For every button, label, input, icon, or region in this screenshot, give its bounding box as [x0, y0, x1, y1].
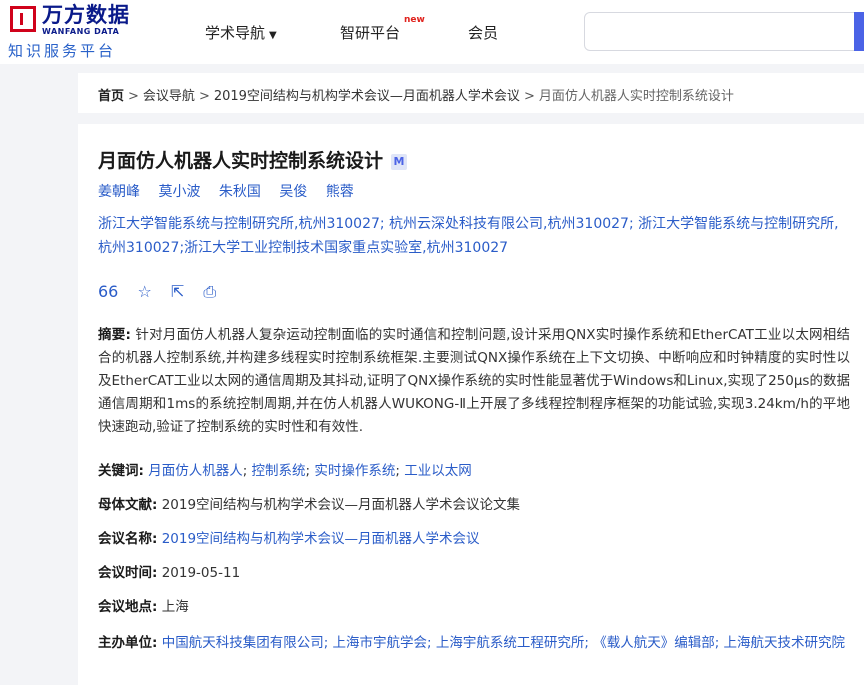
- organizer-label: 主办单位:: [98, 635, 158, 651]
- logo-text[interactable]: 万方数据: [42, 3, 130, 27]
- author-link[interactable]: 莫小波: [158, 184, 200, 200]
- conf-name-link[interactable]: 2019空间结构与机构学术会议—月面机器人学术会议: [162, 531, 480, 547]
- conf-name-row: 会议名称: 2019空间结构与机构学术会议—月面机器人学术会议: [98, 528, 850, 550]
- breadcrumb-current: 月面仿人机器人实时控制系统设计: [538, 89, 734, 104]
- author-link[interactable]: 朱秋国: [219, 184, 261, 200]
- paper-title: 月面仿人机器人实时控制系统设计: [98, 150, 384, 172]
- parent-doc-value: 2019空间结构与机构学术会议—月面机器人学术会议论文集: [161, 497, 521, 513]
- author-link[interactable]: 吴俊: [279, 184, 307, 200]
- breadcrumb-conf-nav[interactable]: 会议导航: [143, 89, 195, 104]
- breadcrumb-separator: >: [198, 89, 210, 104]
- breadcrumb-conference[interactable]: 2019空间结构与机构学术会议—月面机器人学术会议: [214, 89, 520, 104]
- conf-place-row: 会议地点: 上海: [98, 596, 850, 618]
- caret-down-icon: ▼: [269, 30, 277, 41]
- journal-badge-icon[interactable]: M: [391, 154, 408, 170]
- breadcrumb: 首页 > 会议导航 >2019空间结构与机构学术会议—月面机器人学术会议 > 月面仿人机器…: [78, 73, 864, 113]
- abstract: 摘要: 针对月面仿人机器人复杂运动控制面临的实时通信和控制问题,设计采用QNX实…: [98, 324, 850, 439]
- conf-name-label: 会议名称:: [98, 531, 158, 547]
- author-link[interactable]: 熊蓉: [326, 184, 354, 200]
- breadcrumb-home[interactable]: 首页: [98, 89, 124, 104]
- wanfang-logo-icon[interactable]: [10, 6, 36, 32]
- conf-date-row: 会议时间: 2019-05-11: [98, 562, 850, 584]
- author-link[interactable]: 姜朝峰: [98, 184, 140, 200]
- new-badge: new: [404, 15, 425, 25]
- nav-academic[interactable]: 学术导航 ▼: [205, 22, 277, 43]
- keyword-link[interactable]: 月面仿人机器人: [148, 463, 243, 479]
- abstract-text: 针对月面仿人机器人复杂运动控制面临的实时通信和控制问题,设计采用QNX实时操作系…: [98, 327, 850, 435]
- keywords-label: 关键词:: [98, 463, 144, 479]
- organizer-row: 主办单位: 中国航天科技集团有限公司; 上海市宇航学会; 上海宇航系统工程研究所…: [98, 630, 850, 656]
- author-list: 姜朝峰 莫小波 朱秋国 吴俊 熊蓉: [98, 181, 368, 201]
- affiliations[interactable]: 浙江大学智能系统与控制研究所,杭州310027; 杭州云深处科技有限公司,杭州3…: [98, 212, 848, 260]
- paper-detail-card: 月面仿人机器人实时控制系统设计 M 姜朝峰 莫小波 朱秋国 吴俊 熊蓉 浙江大学智…: [78, 124, 864, 685]
- parent-doc-label: 母体文献:: [98, 497, 158, 513]
- keyword-link[interactable]: 控制系统: [252, 463, 306, 479]
- share-icon[interactable]: ⇱: [171, 282, 184, 301]
- keyword-link[interactable]: 工业以太网: [404, 463, 472, 479]
- conf-place-value: 上海: [161, 599, 189, 615]
- top-header: 万方数据 WANFANG DATA 知识服务平台 学术导航 ▼ 智研平台 new …: [0, 0, 864, 64]
- action-toolbar: 66 ☆ ⇱ ⎙: [98, 282, 230, 302]
- print-icon[interactable]: ⎙: [203, 282, 216, 302]
- parent-doc-row: 母体文献: 2019空间结构与机构学术会议—月面机器人学术会议论文集: [98, 494, 850, 516]
- star-icon[interactable]: ☆: [137, 282, 151, 301]
- nav-zhiyan[interactable]: 智研平台: [340, 22, 400, 43]
- conf-date-label: 会议时间:: [98, 565, 158, 581]
- paper-title-row: 月面仿人机器人实时控制系统设计 M: [98, 146, 408, 173]
- conf-place-label: 会议地点:: [98, 599, 158, 615]
- logo-english: WANFANG DATA: [42, 27, 120, 36]
- search-button[interactable]: [854, 12, 864, 51]
- keywords-row: 关键词: 月面仿人机器人; 控制系统; 实时操作系统; 工业以太网: [98, 463, 472, 479]
- conf-date-value: 2019-05-11: [161, 565, 241, 581]
- breadcrumb-separator: >: [523, 89, 535, 104]
- nav-member[interactable]: 会员: [468, 22, 498, 43]
- keyword-link[interactable]: 实时操作系统: [314, 463, 395, 479]
- cite-icon[interactable]: 66: [98, 282, 118, 301]
- search-input[interactable]: [584, 12, 864, 51]
- abstract-label: 摘要:: [98, 327, 131, 343]
- organizer-links[interactable]: 中国航天科技集团有限公司; 上海市宇航学会; 上海宇航系统工程研究所; 《载人航…: [162, 635, 845, 651]
- logo-subtitle: 知识服务平台: [8, 42, 117, 60]
- nav-academic-label: 学术导航: [205, 24, 266, 42]
- breadcrumb-separator: >: [128, 89, 139, 104]
